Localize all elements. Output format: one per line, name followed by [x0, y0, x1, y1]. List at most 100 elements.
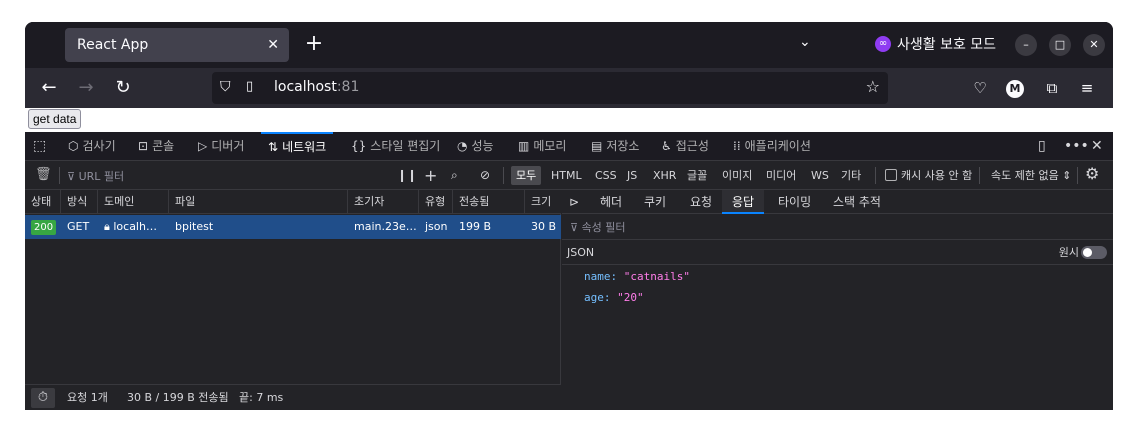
json-section-header[interactable]: JSON 원시	[562, 240, 1113, 265]
separator	[875, 167, 876, 184]
tab-response[interactable]: 응답	[722, 190, 765, 214]
lock-icon: 🔒︎	[104, 220, 114, 233]
page-info-icon[interactable]: ▯	[246, 79, 262, 97]
forward-button[interactable]: →	[74, 76, 98, 100]
tab-list-chevron-icon[interactable]: ⌄	[799, 34, 811, 50]
col-size[interactable]: 크기	[525, 190, 561, 214]
browser-window: React App ✕ + ⌄ ∞ 사생활 보호 모드 – □ ✕ ← → ↻ …	[25, 22, 1113, 410]
bookmark-star-icon[interactable]: ☆	[866, 77, 880, 96]
close-window-button[interactable]: ✕	[1083, 34, 1105, 56]
filter-other[interactable]: 기타	[836, 166, 866, 185]
url-filter-input[interactable]: ⊽ URL 필터	[67, 168, 124, 184]
shield-icon[interactable]: ⛉	[220, 79, 236, 97]
tab-debugger-label: 디버거	[211, 139, 245, 153]
raw-toggle[interactable]	[1081, 246, 1107, 259]
extensions-icon[interactable]: ⧉	[1040, 76, 1064, 100]
tab-application[interactable]: ⁞⁞ 애플리케이션	[733, 132, 811, 161]
filter-images[interactable]: 이미지	[717, 166, 757, 185]
search-icon[interactable]: ⌕	[451, 166, 458, 185]
initiator-cell[interactable]: main.23e…	[348, 215, 419, 239]
tab-timings[interactable]: 타이밍	[778, 190, 811, 214]
filter-ws[interactable]: WS	[806, 166, 834, 185]
disable-cache-checkbox[interactable]: 캐시 사용 안 함	[885, 167, 972, 183]
json-value: "catnails"	[623, 270, 690, 283]
tab-console[interactable]: ⊡ 콘솔	[138, 132, 174, 161]
dock-side-icon[interactable]: ▯	[1038, 132, 1046, 161]
get-data-button[interactable]: get data	[28, 109, 82, 129]
tab-network[interactable]: ⇅ 네트워크	[261, 132, 334, 161]
tab-style-editor[interactable]: {} 스타일 편집기	[351, 132, 440, 161]
transferred-summary: 30 B / 199 B 전송됨	[127, 391, 229, 404]
tab-storage[interactable]: ▤ 저장소	[591, 132, 639, 161]
url-port: :81	[336, 79, 360, 95]
tab-stack-trace[interactable]: 스택 추적	[833, 190, 881, 214]
url-filter-placeholder: URL 필터	[78, 170, 125, 183]
separator	[979, 167, 980, 184]
col-status[interactable]: 상태	[25, 190, 61, 214]
gear-icon[interactable]: ⚙	[1085, 164, 1099, 183]
size-cell: 30 B	[531, 220, 557, 233]
tab-headers[interactable]: 헤더	[600, 190, 622, 214]
col-initiator[interactable]: 초기자	[348, 190, 419, 214]
filter-fonts[interactable]: 글꼴	[682, 166, 712, 185]
tab-debugger[interactable]: ▷ 디버거	[198, 132, 244, 161]
json-label: JSON	[567, 246, 595, 259]
toggle-sidebar-icon[interactable]: ⊳	[569, 190, 579, 214]
trash-icon[interactable]: 🗑	[35, 167, 52, 182]
performance-icon: ◔	[457, 139, 468, 153]
element-picker-icon[interactable]: ⬚	[33, 132, 46, 161]
filter-css[interactable]: CSS	[590, 166, 622, 185]
col-transferred[interactable]: 전송됨	[453, 190, 525, 214]
close-devtools-icon[interactable]: ✕	[1091, 132, 1103, 161]
tab-network-label: 네트워크	[282, 140, 327, 154]
filter-js[interactable]: JS	[622, 166, 642, 185]
devtools-toolbar: ⬚ ⬡ 검사기 ⊡ 콘솔 ▷ 디버거 ⇅ 네트워크 {} 스타일 편집기 ◔ 성능 ▥ 메모리…	[25, 132, 1113, 161]
col-file[interactable]: 파일	[169, 190, 348, 214]
throttle-select[interactable]: 속도 제한 없음 ⇕	[991, 167, 1071, 183]
reload-button[interactable]: ↻	[111, 76, 135, 100]
type-cell: json	[425, 220, 448, 233]
menu-icon[interactable]: ≡	[1075, 76, 1099, 100]
url-bar[interactable]: ⛉ ▯ localhost:81 ☆	[212, 72, 888, 104]
browser-tab[interactable]: React App ✕	[65, 28, 289, 62]
tab-request[interactable]: 요청	[690, 190, 712, 214]
property-filter-input[interactable]: ⊽ 속성 필터	[562, 215, 1113, 240]
table-row[interactable]: 200 GET 🔒︎ localh… bpitest main.23e… jso…	[25, 215, 561, 239]
col-type[interactable]: 유형	[419, 190, 453, 214]
tab-cookies[interactable]: 쿠키	[644, 190, 666, 214]
tab-performance[interactable]: ◔ 성능	[457, 132, 494, 161]
filter-all[interactable]: 모두	[511, 166, 542, 185]
url-text[interactable]: localhost:81	[274, 79, 359, 95]
network-status-bar: ⏱ 요청 1개 30 B / 199 B 전송됨 끝: 7 ms	[25, 384, 561, 410]
new-tab-button[interactable]: +	[301, 32, 327, 58]
tab-title: React App	[77, 37, 149, 53]
tab-console-label: 콘솔	[152, 139, 175, 153]
tab-accessibility[interactable]: ♿ 접근성	[661, 132, 709, 161]
filter-media[interactable]: 미디어	[761, 166, 801, 185]
pause-icon[interactable]: ❙❙	[397, 166, 417, 185]
json-line[interactable]: name: "catnails"	[584, 270, 690, 283]
col-domain[interactable]: 도메인	[98, 190, 169, 214]
style-editor-icon: {}	[351, 139, 367, 153]
back-button[interactable]: ←	[37, 76, 61, 100]
close-tab-icon[interactable]: ✕	[267, 28, 279, 62]
tab-memory[interactable]: ▥ 메모리	[518, 132, 566, 161]
tab-performance-label: 성능	[471, 139, 494, 153]
account-avatar[interactable]: M	[1006, 80, 1024, 98]
block-icon[interactable]: ⊘	[480, 166, 490, 185]
raw-label: 원시	[1058, 246, 1079, 259]
filter-html[interactable]: HTML	[546, 166, 587, 185]
tab-inspector[interactable]: ⬡ 검사기	[68, 132, 116, 161]
pocket-icon[interactable]: ♡	[968, 76, 992, 100]
filter-xhr[interactable]: XHR	[648, 166, 681, 185]
json-line[interactable]: age: "20"	[584, 291, 644, 304]
tab-storage-label: 저장소	[606, 139, 640, 153]
add-icon[interactable]: +	[424, 166, 437, 185]
file-cell: bpitest	[175, 220, 214, 233]
maximize-button[interactable]: □	[1049, 34, 1071, 56]
col-method[interactable]: 방식	[61, 190, 98, 214]
more-options-icon[interactable]: •••	[1064, 132, 1089, 161]
checkbox-box[interactable]	[885, 169, 897, 181]
stopwatch-icon[interactable]: ⏱	[31, 388, 55, 408]
minimize-button[interactable]: –	[1015, 34, 1037, 56]
